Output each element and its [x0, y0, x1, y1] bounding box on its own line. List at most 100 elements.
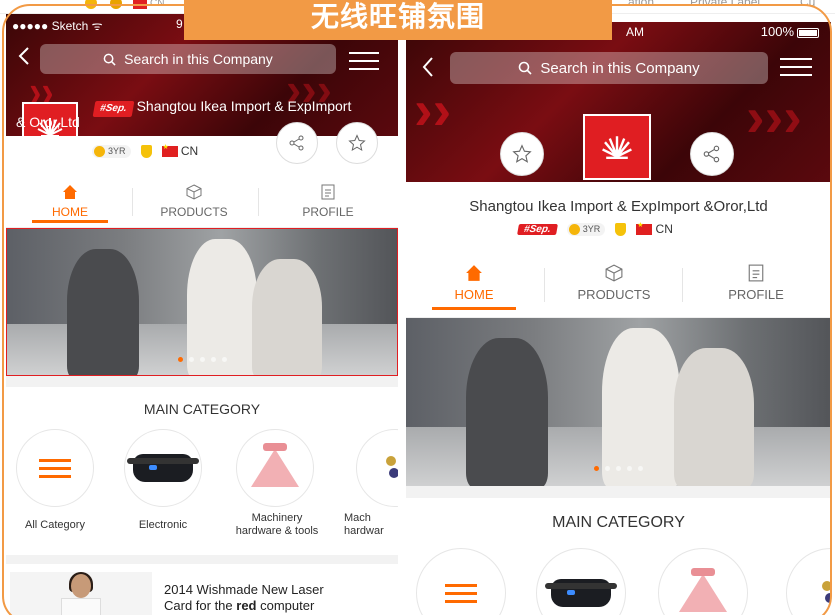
china-flag-icon	[636, 221, 653, 236]
hero-banner-image[interactable]	[6, 228, 398, 376]
hero-banner-image[interactable]	[406, 318, 831, 486]
document-icon	[321, 184, 335, 200]
product-card[interactable]: 2014 Wishmade New Laser Card for the red…	[6, 564, 398, 615]
nav-text-private-label: Private Label	[690, 0, 761, 9]
carousel-dots[interactable]	[7, 349, 397, 367]
main-category-section: MAIN CATEGORY All Category Electronic Ma…	[6, 387, 398, 555]
carrier-signal: ●●●●● Sketch ᯤ	[12, 19, 103, 33]
home-icon	[466, 265, 482, 281]
china-flag-icon	[133, 0, 147, 9]
category-machinery[interactable]	[236, 429, 314, 507]
vr-headset-icon	[545, 579, 617, 607]
medal-icon	[110, 0, 122, 9]
sep-badge: #Sep.	[517, 223, 558, 235]
status-time: 9	[176, 17, 183, 31]
tab-home[interactable]: HOME	[432, 264, 516, 310]
mockup-stage: CN ation Private Label Cu 无线旺铺氛围 ›› ››› …	[0, 0, 835, 615]
search-input[interactable]: Search in this Company	[450, 52, 768, 84]
company-meta: 3YR CN	[6, 122, 398, 176]
star-icon	[512, 144, 532, 163]
star-icon	[348, 134, 366, 152]
search-icon	[103, 53, 116, 66]
share-icon	[289, 135, 304, 151]
search-placeholder: Search in this Company	[124, 51, 273, 67]
back-button[interactable]	[18, 46, 30, 71]
category-machinery-2[interactable]	[786, 548, 831, 615]
decor-chevron: ›››	[746, 85, 802, 148]
gold-coin-icon	[568, 223, 580, 235]
sep-badge: #Sep.	[92, 101, 135, 117]
chevron-left-icon	[18, 47, 29, 65]
country-code: CN	[150, 0, 165, 9]
right-phone-screen: ›› ››› AM 100% Search in this Company Sh…	[406, 22, 831, 615]
tab-profile[interactable]: PROFILE	[278, 184, 378, 219]
nav-text-fragment: ation	[628, 0, 655, 9]
home-icon	[63, 185, 77, 199]
gold-coin-icon	[94, 145, 105, 157]
left-phone-screen: ›› ››› ●●●●● Sketch ᯤ 9 Search in this C…	[6, 14, 398, 615]
cube-icon	[605, 264, 623, 282]
share-icon	[703, 145, 720, 163]
mockup-banner-title: 无线旺铺氛围	[184, 0, 612, 40]
tab-home[interactable]: HOME	[30, 184, 110, 223]
category-all[interactable]	[416, 548, 506, 615]
nav-text-fragment-2: Cu	[800, 0, 816, 9]
china-flag-icon	[161, 143, 178, 158]
medal-icon	[615, 222, 627, 236]
store-tabs: HOME PRODUCTS PROFILE	[6, 176, 398, 228]
product-thumbnail	[10, 572, 152, 615]
document-icon	[748, 264, 764, 282]
chevron-left-icon	[422, 57, 433, 77]
category-electronic[interactable]	[536, 548, 626, 615]
company-badges: #Sep. 3YR CN	[517, 221, 683, 236]
menu-button[interactable]	[349, 52, 379, 76]
category-all[interactable]	[16, 429, 94, 507]
years-badge: 3YR	[566, 222, 606, 236]
vr-headset-icon	[127, 454, 199, 482]
list-icon	[445, 579, 477, 608]
favorite-button[interactable]	[336, 122, 378, 164]
section-title: MAIN CATEGORY	[552, 514, 685, 531]
favorite-button[interactable]	[500, 132, 544, 176]
years-badge: 3YR	[92, 144, 131, 158]
company-badges: 3YR CN	[92, 143, 208, 158]
company-name-line2: & Oror,Ltd	[16, 114, 80, 130]
company-name: Shangtou Ikea Import & ExpImport &Oror,L…	[469, 198, 768, 215]
battery-indicator: 100%	[761, 24, 819, 39]
tab-products[interactable]: PRODUCTS	[564, 264, 664, 302]
back-button[interactable]	[422, 56, 434, 83]
search-input[interactable]: Search in this Company	[40, 44, 336, 74]
company-logo	[583, 114, 651, 180]
battery-icon	[797, 27, 819, 38]
country-tag: CN	[161, 143, 198, 158]
status-time: AM	[626, 25, 644, 39]
store-tabs: HOME PRODUCTS PROFILE	[406, 254, 831, 318]
skirt-icon	[251, 443, 299, 487]
category-label: Electronic	[138, 519, 188, 531]
category-machinery-2[interactable]	[356, 429, 398, 507]
share-button[interactable]	[276, 122, 318, 164]
tab-products[interactable]: PRODUCTS	[144, 184, 244, 219]
skirt-icon	[679, 568, 727, 612]
cube-icon	[186, 184, 202, 200]
decor-chevron: ››	[414, 78, 452, 141]
country-tag: CN	[636, 221, 673, 236]
carousel-dots[interactable]	[406, 458, 831, 476]
medal-icon	[140, 144, 152, 158]
section-title: MAIN CATEGORY	[143, 401, 261, 417]
main-category-section: MAIN CATEGORY	[406, 498, 831, 615]
category-electronic[interactable]	[124, 429, 202, 507]
category-machinery[interactable]	[658, 548, 748, 615]
gold-badge-icon	[85, 0, 97, 9]
lotus-logo-icon	[602, 136, 632, 159]
tab-profile[interactable]: PROFILE	[706, 264, 806, 302]
category-label: All Category	[25, 519, 85, 531]
category-label: Machinery hardware & tools	[235, 512, 319, 537]
menu-button[interactable]	[780, 58, 812, 82]
share-button[interactable]	[690, 132, 734, 176]
list-icon	[39, 454, 71, 483]
search-placeholder: Search in this Company	[540, 59, 700, 77]
company-name: #Sep. Shangtou Ikea Import & ExpImport	[92, 98, 394, 117]
company-name-line1: Shangtou Ikea Import & ExpImport	[136, 98, 352, 114]
jewelry-icon	[386, 456, 398, 478]
